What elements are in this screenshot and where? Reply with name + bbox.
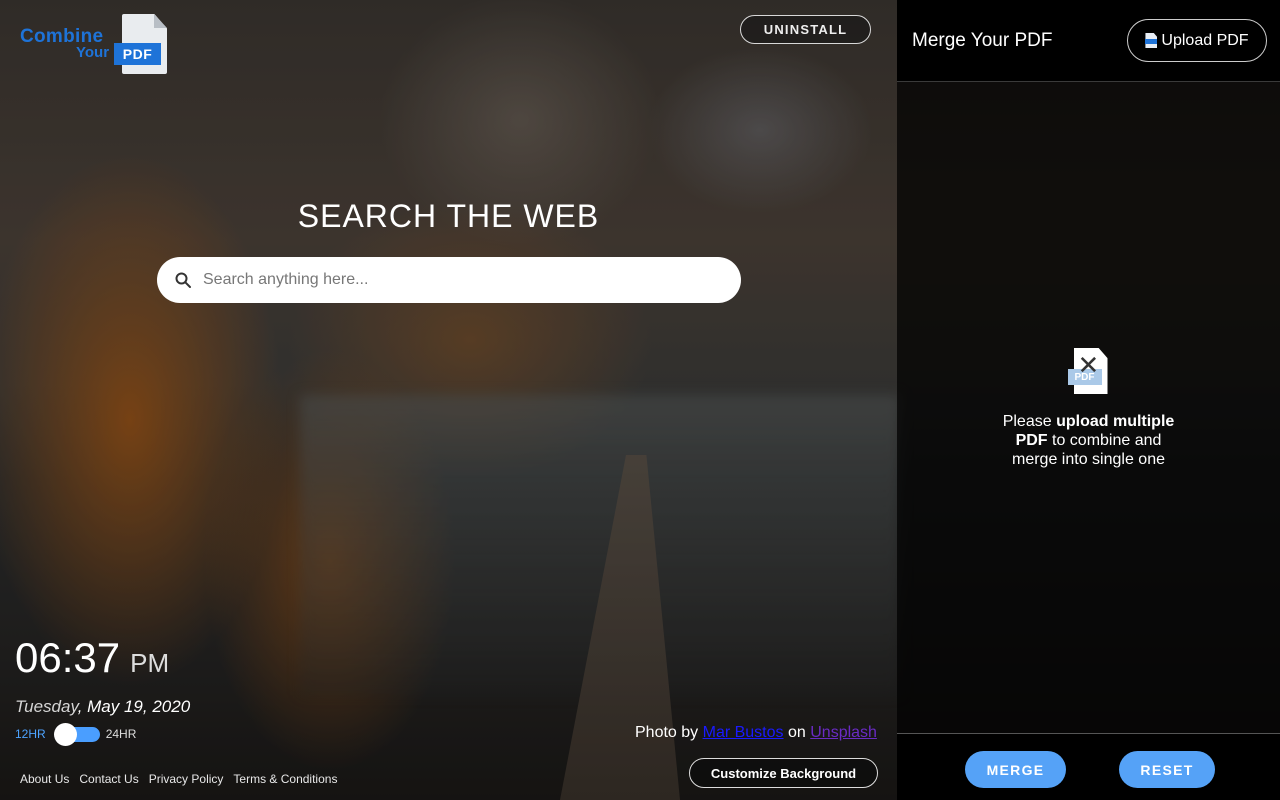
credit-middle: on <box>787 724 806 741</box>
app-logo[interactable]: Combine Your PDF <box>20 14 170 76</box>
clock: 06:37 PM <box>15 634 169 682</box>
credit-prefix: Photo by <box>635 724 699 741</box>
clock-time: 06:37 <box>15 634 121 681</box>
merge-panel: Merge Your PDF Upload PDF PDF ✕ Please u… <box>897 0 1280 800</box>
panel-title: Merge Your PDF <box>912 30 1053 51</box>
footer-link-contact[interactable]: Contact Us <box>79 772 138 786</box>
logo-text-your: Your <box>76 44 110 61</box>
panel-footer: MERGE RESET <box>897 733 1280 800</box>
format-24hr-label[interactable]: 24HR <box>106 727 137 741</box>
footer-link-about[interactable]: About Us <box>20 772 69 786</box>
x-mark-icon: ✕ <box>1077 350 1100 380</box>
clock-ampm: PM <box>130 648 170 678</box>
photo-credit: Photo by Mar Bustos on Unsplash <box>635 724 877 742</box>
footer-link-privacy[interactable]: Privacy Policy <box>149 772 224 786</box>
search-bar[interactable] <box>157 257 741 303</box>
panel-header: Merge Your PDF Upload PDF <box>897 0 1280 82</box>
merge-button[interactable]: MERGE <box>965 751 1066 788</box>
empty-state: PDF ✕ Please upload multiple PDF to comb… <box>897 348 1280 469</box>
footer-links: About Us Contact Us Privacy Policy Terms… <box>20 772 337 786</box>
time-format-switch[interactable] <box>52 723 100 746</box>
date-day: Tuesday <box>15 697 78 716</box>
switch-knob[interactable] <box>53 723 77 746</box>
no-pdf-icon: PDF ✕ <box>1067 348 1110 396</box>
uninstall-button[interactable]: UNINSTALL <box>740 15 871 44</box>
search-title: SEARCH THE WEB <box>297 198 600 234</box>
date-display: Tuesday, May 19, 2020 <box>15 697 190 717</box>
upload-pdf-label: Upload PDF <box>1161 31 1249 49</box>
photographer-link[interactable]: Mar Bustos <box>703 724 784 741</box>
format-12hr-label[interactable]: 12HR <box>15 727 46 741</box>
empty-state-message: Please upload multiple PDF to combine an… <box>1002 413 1175 468</box>
page-fold <box>154 14 167 28</box>
search-icon[interactable] <box>174 271 192 289</box>
upload-pdf-button[interactable]: Upload PDF <box>1127 19 1267 62</box>
footer-link-terms[interactable]: Terms & Conditions <box>233 772 337 786</box>
unsplash-link[interactable]: Unsplash <box>810 724 877 741</box>
time-format-toggle: 12HR 24HR <box>15 723 137 746</box>
search-input[interactable] <box>203 271 703 289</box>
date-text: , May 19, 2020 <box>77 697 191 716</box>
logo-pdf-tag: PDF <box>114 43 161 65</box>
reset-button[interactable]: RESET <box>1119 751 1215 788</box>
pdf-file-icon <box>1145 33 1158 48</box>
customize-background-button[interactable]: Customize Background <box>689 758 878 788</box>
